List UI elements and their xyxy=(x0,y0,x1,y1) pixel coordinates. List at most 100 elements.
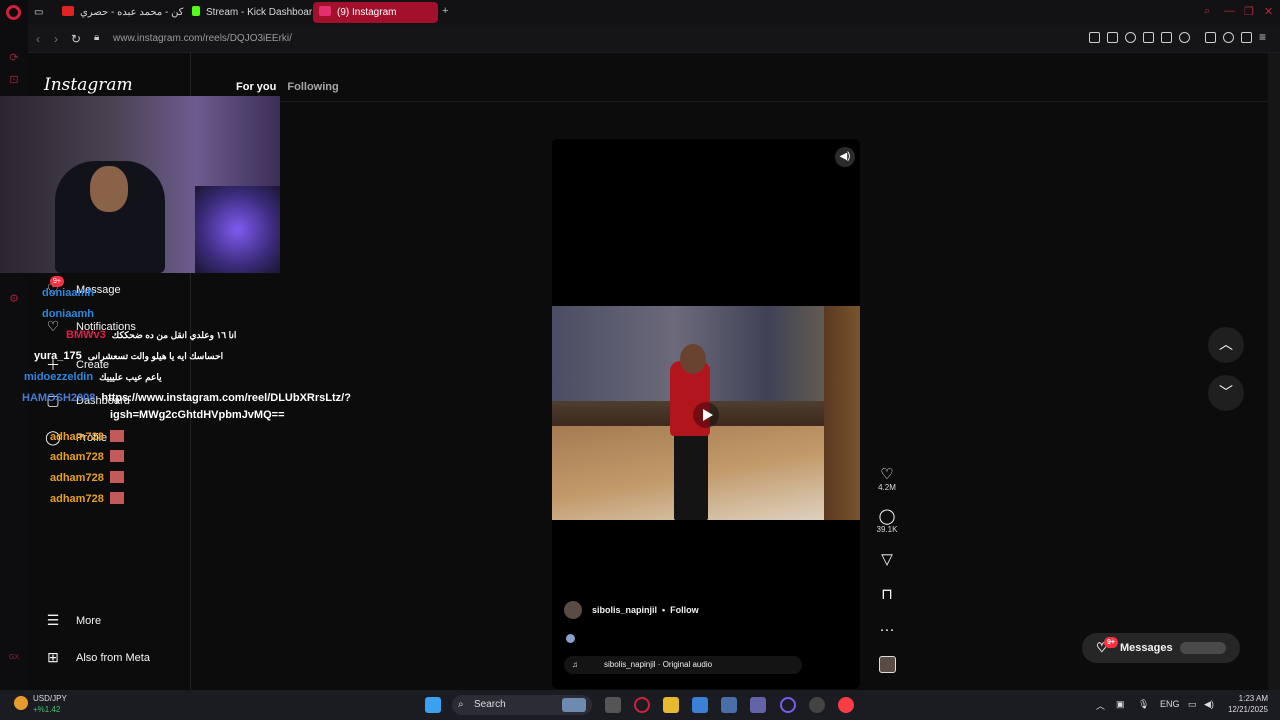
bookmark-icon[interactable] xyxy=(1089,32,1100,43)
store-icon[interactable] xyxy=(721,697,737,713)
close-icon[interactable]: ✕ xyxy=(1264,5,1273,18)
tray-app-icon[interactable]: ▣ xyxy=(1116,699,1125,710)
chat-username: HAMOSH2008 xyxy=(22,392,96,404)
heart-icon[interactable] xyxy=(1179,32,1190,43)
tab-youtube[interactable]: الماكن - محمد عبده - حصري xyxy=(56,2,184,23)
nav-label: More xyxy=(76,614,102,627)
more-icon: ··· xyxy=(879,621,895,638)
avatar[interactable] xyxy=(564,601,582,619)
volume-icon[interactable]: ◀) xyxy=(1204,699,1214,710)
windows-taskbar: USD/JPY +%1.42 ⌕ Search ︿ ▣ 🎙︎ ENG ▭ ◀) … xyxy=(0,690,1280,720)
messages-button[interactable]: ♡ 9+ Messages xyxy=(1082,633,1240,663)
comment-button[interactable]: ◯ 39.1K xyxy=(872,507,902,534)
follow-button[interactable]: Follow xyxy=(670,605,699,615)
play-icon[interactable] xyxy=(693,402,719,428)
chat-username: adham728 xyxy=(50,493,104,505)
url-field[interactable]: www.instagram.com/reels/DQJO3iEErki/ xyxy=(113,33,292,44)
audio-pill[interactable]: ♫ sibolis_napinjil · Original audio xyxy=(564,656,802,674)
opera-gx-icon[interactable] xyxy=(634,697,650,713)
chat-username: adham728 xyxy=(50,431,104,443)
network-icon[interactable]: ▭ xyxy=(1188,699,1197,710)
reload-icon[interactable]: ↻ xyxy=(71,32,81,46)
teams-icon[interactable] xyxy=(750,697,766,713)
tab-instagram[interactable]: (9) Instagram xyxy=(313,2,438,23)
search-label: Search xyxy=(474,699,506,710)
chat-username: adham728 xyxy=(50,472,104,484)
tab-bar: ▭ الماكن - محمد عبده - حصري Stream - Kic… xyxy=(28,0,1280,25)
tray-overflow-icon[interactable]: ︿ xyxy=(1096,699,1105,712)
like-button[interactable]: ♡ 4.2M xyxy=(872,465,902,492)
clock-time[interactable]: 1:23 AM xyxy=(1226,694,1268,703)
tab-following[interactable]: Following xyxy=(287,81,338,93)
minimize-icon[interactable]: — xyxy=(1224,5,1235,17)
reel-player[interactable]: ◀) sibolis_napinjil • Follow ♫ sibolis_na… xyxy=(552,139,860,689)
comment-icon: ◯ xyxy=(878,508,896,525)
reel-video[interactable] xyxy=(552,306,860,520)
adblock-icon[interactable] xyxy=(1125,32,1136,43)
menu-icon[interactable]: ≡ xyxy=(1259,31,1270,43)
messages-label: Messages xyxy=(1120,642,1173,654)
taskbar-search[interactable]: ⌕ Search xyxy=(452,695,592,715)
hamburger-icon: ☰ xyxy=(46,612,60,628)
search-tabs-icon[interactable]: ⌕ xyxy=(1204,5,1210,18)
chat-message: adham728 xyxy=(50,450,124,463)
snapshot-icon[interactable] xyxy=(1107,32,1118,43)
save-button[interactable]: ⊓ xyxy=(872,585,902,603)
webcam-overlay xyxy=(0,96,280,273)
chat-message: HAMOSH2008 https://www.instagram.com/reel… xyxy=(22,392,351,404)
app-icon[interactable] xyxy=(809,697,825,713)
message-badge: 9+ xyxy=(50,276,64,287)
new-tab-icon[interactable]: + xyxy=(442,5,448,17)
tab-list-icon[interactable]: ▭ xyxy=(34,2,52,23)
volume-icon[interactable]: ◀) xyxy=(835,147,855,167)
windows-start-icon[interactable] xyxy=(425,697,441,713)
tab-for-you[interactable]: For you xyxy=(236,81,276,93)
chat-text[interactable]: https://www.instagram.com/reel/DLUbXRrsL… xyxy=(101,392,351,404)
forward-icon[interactable]: › xyxy=(54,32,58,46)
history-icon[interactable]: ⟳ xyxy=(8,52,20,64)
separator-dot: • xyxy=(662,605,666,615)
desktop: ⟳ ⊡ ⚙ GX ▭ الماكن - محمد عبده - حصري Str… xyxy=(0,0,1280,720)
music-icon[interactable] xyxy=(838,697,854,713)
emote-icon xyxy=(109,450,124,462)
next-reel-button[interactable]: ﹀ xyxy=(1208,375,1244,411)
language-indicator[interactable]: ENG xyxy=(1160,699,1180,709)
download-icon[interactable] xyxy=(1241,32,1252,43)
wallet-icon[interactable]: ⊡ xyxy=(8,74,20,86)
settings-icon[interactable]: ⚙ xyxy=(8,293,20,305)
like-count: 4.2M xyxy=(878,483,896,492)
translate-icon[interactable] xyxy=(1143,32,1154,43)
tab-kick[interactable]: Stream - Kick Dashboard xyxy=(186,2,312,23)
previous-reel-button[interactable]: ︿ xyxy=(1208,327,1244,363)
scrollbar[interactable] xyxy=(1268,53,1280,690)
search-icon: ⌕ xyxy=(458,699,464,710)
audio-thumb[interactable] xyxy=(879,656,896,673)
file-explorer-icon[interactable] xyxy=(663,697,679,713)
back-icon[interactable]: ‹ xyxy=(36,32,40,46)
nav-also-from-meta[interactable]: ⊞ Also from Meta xyxy=(42,649,150,666)
opera-icon[interactable] xyxy=(780,697,796,713)
messages-badge: 9+ xyxy=(1104,637,1118,648)
ticker-name[interactable]: USD/JPY xyxy=(33,694,67,703)
copilot-icon[interactable] xyxy=(692,697,708,713)
clock-date[interactable]: 12/21/2025 xyxy=(1222,705,1268,714)
more-options-button[interactable]: ··· xyxy=(872,621,902,638)
player-icon[interactable] xyxy=(1161,32,1172,43)
kick-icon xyxy=(192,6,200,16)
chat-username: doniaamh xyxy=(42,287,94,299)
maximize-icon[interactable]: ❐ xyxy=(1244,5,1254,18)
task-view-icon[interactable] xyxy=(605,697,621,713)
share-button[interactable]: ▽ xyxy=(872,550,902,568)
gx-icon[interactable]: GX xyxy=(8,652,20,664)
reel-username[interactable]: sibolis_napinjil xyxy=(592,605,657,615)
microphone-icon[interactable]: 🎙︎ xyxy=(1138,699,1149,710)
extensions-icon[interactable] xyxy=(1205,32,1216,43)
opera-logo-icon[interactable] xyxy=(6,5,21,20)
music-note-icon: ♫ xyxy=(572,660,578,669)
chat-username: midoezzeldin xyxy=(24,371,94,383)
nav-more[interactable]: ☰ More xyxy=(42,612,101,629)
chat-message: adham728 xyxy=(50,430,124,443)
profile-icon[interactable] xyxy=(1223,32,1234,43)
instagram-logo[interactable]: Instagram xyxy=(44,75,133,95)
tab-label: Stream - Kick Dashboard xyxy=(206,7,312,18)
